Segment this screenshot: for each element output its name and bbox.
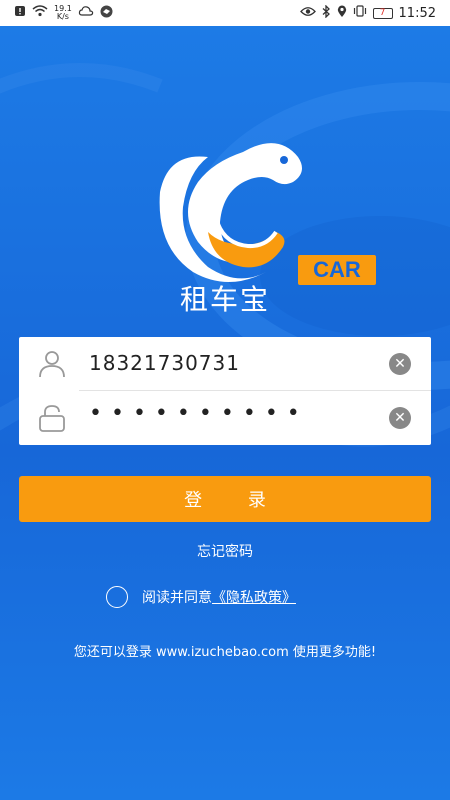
user-icon: [37, 349, 67, 379]
network-speed: 19.1 K/s: [54, 4, 72, 21]
login-button[interactable]: 登 录: [19, 476, 431, 522]
bluetooth-icon: [322, 3, 331, 22]
forgot-password-label[interactable]: 忘记密码: [197, 544, 253, 560]
app-name: 租车宝: [179, 283, 270, 316]
clear-password-icon[interactable]: ✕: [389, 407, 411, 429]
login-background: CAR 租车宝 18321730731 ✕ •••••••••• ✕ 登 录 忘…: [0, 26, 450, 800]
status-bar: 19.1 K/s 7 11:52: [0, 0, 450, 26]
lock-icon: [37, 403, 67, 433]
status-time: 11:52: [398, 5, 436, 21]
agreement-text: 阅读并同意: [142, 590, 212, 606]
clear-username-icon[interactable]: ✕: [389, 353, 411, 375]
app-notification-icon: [100, 5, 113, 22]
status-right: 7 11:52: [299, 3, 436, 22]
status-left: 19.1 K/s: [14, 5, 113, 22]
vibrate-icon: [353, 5, 367, 21]
agreement-checkbox[interactable]: [106, 586, 128, 608]
forgot-password-link: 忘记密码: [0, 541, 450, 561]
username-row[interactable]: 18321730731 ✕: [19, 337, 431, 391]
cloud-icon: [78, 5, 94, 21]
wifi-icon: [32, 5, 48, 21]
password-row[interactable]: •••••••••• ✕: [19, 391, 431, 445]
app-logo: CAR: [159, 143, 376, 285]
login-form: 18321730731 ✕ •••••••••• ✕: [19, 337, 431, 445]
agreement-row: 阅读并同意 《隐私政策》: [106, 586, 296, 608]
password-input[interactable]: ••••••••••: [89, 401, 309, 426]
privacy-policy-link[interactable]: 《隐私政策》: [212, 587, 296, 607]
battery-icon: 7: [372, 7, 393, 19]
location-icon: [337, 5, 347, 22]
eye-icon: [299, 6, 316, 21]
footer-text: 您还可以登录 www.izuchebao.com 使用更多功能!: [73, 645, 377, 660]
username-input[interactable]: 18321730731: [89, 351, 240, 375]
notification-icon: [14, 5, 26, 21]
